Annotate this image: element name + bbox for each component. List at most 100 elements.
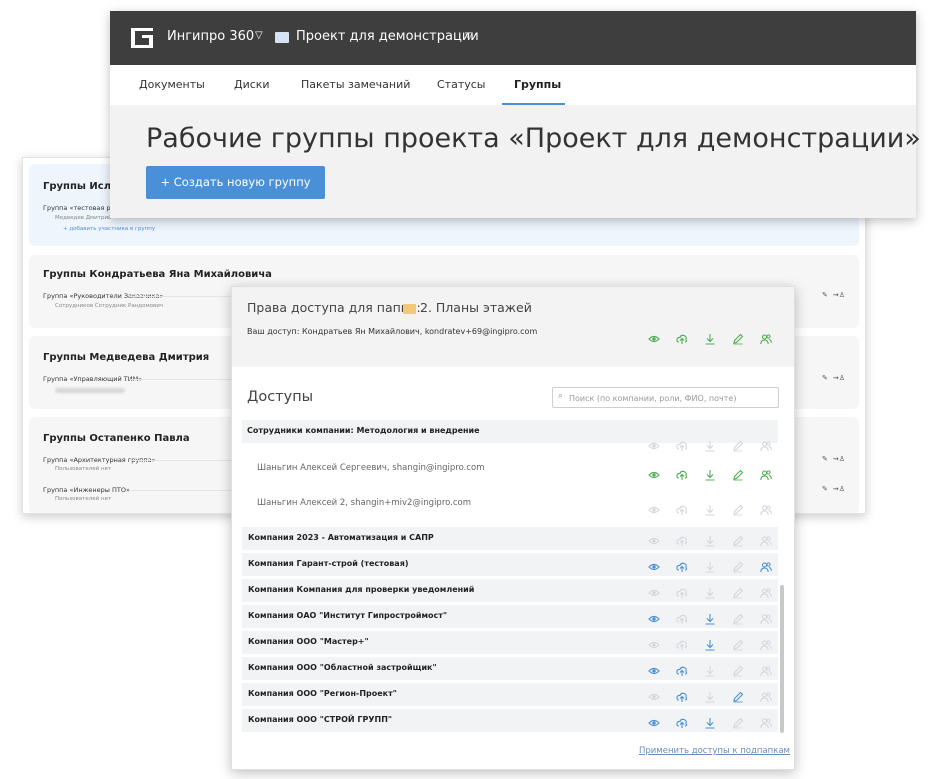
edit-icon[interactable] [732,584,744,599]
user-share-icon[interactable]: ⇝♙ [833,455,845,463]
upload-cloud-icon[interactable] [676,662,688,676]
view-eye-icon[interactable] [648,714,660,727]
create-group-button[interactable]: + Создать новую группу [146,166,325,199]
group-card-title: Группы Остапенко Павла [43,433,190,444]
company-row[interactable]: Компания ООО "Регион-Проект" [242,683,778,706]
tab-groups[interactable]: Группы [514,78,561,91]
upload-cloud-icon[interactable] [676,437,688,451]
chevron-down-icon[interactable]: ▽ [255,30,263,41]
download-icon[interactable] [704,584,716,599]
edit-icon[interactable] [732,662,744,677]
chevron-down-icon[interactable]: ▽ [465,31,473,42]
user-share-icon[interactable]: ⇝♙ [833,485,845,493]
company-row[interactable]: Компания 2023 - Автоматизация и САПР [242,527,778,550]
tab-documents[interactable]: Документы [139,78,205,91]
users-icon[interactable] [760,501,772,516]
group-member: Пользователей нет [55,466,112,472]
view-eye-icon[interactable] [648,688,660,701]
edit-icon[interactable] [732,688,744,703]
download-icon[interactable] [704,466,716,481]
edit-icon[interactable] [732,330,744,345]
add-member-link[interactable]: + добавить участника в группу [63,226,155,232]
download-icon[interactable] [704,714,716,729]
download-icon[interactable] [704,330,716,345]
company-row[interactable]: Компания ООО "СТРОЙ ГРУПП" [242,709,778,732]
edit-icon[interactable] [732,610,744,625]
group-actions[interactable]: ✎ ⇝♙ [817,455,845,463]
download-icon[interactable] [704,437,716,452]
tab-remark-packages[interactable]: Пакеты замечаний [301,78,410,91]
page-title: Рабочие группы проекта «Проект для демон… [146,123,921,154]
upload-cloud-icon[interactable] [676,532,688,546]
users-icon[interactable] [760,636,772,651]
company-row[interactable]: Компания ОАО "Институт Гипростроймост" [242,605,778,628]
user-share-icon[interactable]: ⇝♙ [833,291,845,299]
view-eye-icon[interactable] [648,610,660,623]
users-icon[interactable] [760,714,772,729]
download-icon[interactable] [704,501,716,516]
search-field[interactable]: ⌕ [552,387,779,408]
user-share-icon[interactable]: ⇝♙ [833,374,845,382]
download-icon[interactable] [704,610,716,625]
employees-section-row[interactable]: Сотрудники компании: Методология и внедр… [242,420,778,443]
users-icon[interactable] [760,688,772,703]
users-icon[interactable] [760,662,772,677]
view-eye-icon[interactable] [648,584,660,597]
edit-icon[interactable]: ✎ [822,455,828,463]
company-row[interactable]: Компания Гарант-строй (тестовая) [242,553,778,576]
group-actions[interactable]: ✎ ⇝♙ [817,291,845,299]
edit-icon[interactable]: ✎ [822,291,828,299]
users-icon[interactable] [760,584,772,599]
users-icon[interactable] [760,466,772,481]
download-icon[interactable] [704,636,716,651]
group-actions[interactable]: ✎ ⇝♙ [817,485,845,493]
tab-statuses[interactable]: Статусы [437,78,485,91]
view-eye-icon[interactable] [648,437,660,450]
tab-disks[interactable]: Диски [234,78,270,91]
users-icon[interactable] [760,558,772,573]
download-icon[interactable] [704,662,716,677]
edit-icon[interactable] [732,532,744,547]
upload-cloud-icon[interactable] [676,636,688,650]
company-row[interactable]: Компания Компания для проверки уведомлен… [242,579,778,602]
project-switcher[interactable]: Проект для демонстрации [296,29,479,44]
company-row[interactable]: Компания ООО "Мастер+" [242,631,778,654]
edit-icon[interactable] [732,437,744,452]
view-eye-icon[interactable] [648,532,660,545]
view-eye-icon[interactable] [648,466,660,479]
company-row[interactable]: Компания ООО "Областной застройщик" [242,657,778,680]
view-eye-icon[interactable] [648,662,660,675]
upload-cloud-icon[interactable] [676,501,688,515]
upload-cloud-icon[interactable] [676,558,688,572]
download-icon[interactable] [704,532,716,547]
users-icon[interactable] [760,437,772,452]
folder-icon [403,304,416,314]
edit-icon[interactable] [732,501,744,516]
apply-to-subfolders-link[interactable]: Применить доступы к подпапкам [639,746,790,756]
upload-cloud-icon[interactable] [676,714,688,728]
users-icon[interactable] [760,330,772,345]
group-actions[interactable]: ✎ ⇝♙ [817,374,845,382]
edit-icon[interactable] [732,466,744,481]
edit-icon[interactable]: ✎ [822,374,828,382]
upload-cloud-icon[interactable] [676,610,688,624]
view-eye-icon[interactable] [648,636,660,649]
upload-cloud-icon[interactable] [676,688,688,702]
edit-icon[interactable]: ✎ [822,485,828,493]
view-eye-icon[interactable] [648,501,660,514]
users-icon[interactable] [760,532,772,547]
edit-icon[interactable] [732,558,744,573]
upload-cloud-icon[interactable] [676,584,688,598]
upload-cloud-icon[interactable] [676,330,688,344]
app-switcher[interactable]: Ингипро 360 [167,29,254,44]
download-icon[interactable] [704,688,716,703]
edit-icon[interactable] [732,714,744,729]
download-icon[interactable] [704,558,716,573]
view-eye-icon[interactable] [648,558,660,571]
edit-icon[interactable] [732,636,744,651]
view-eye-icon[interactable] [648,330,660,343]
search-input[interactable] [569,391,774,405]
users-icon[interactable] [760,610,772,625]
upload-cloud-icon[interactable] [676,466,688,480]
scrollbar[interactable] [780,585,784,733]
